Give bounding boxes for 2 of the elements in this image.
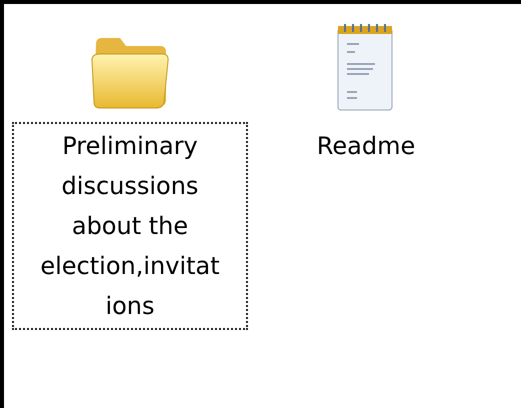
- file-name: Readme: [316, 131, 416, 162]
- file-name: Preliminary discussions about the election,invitat ions: [12, 122, 248, 330]
